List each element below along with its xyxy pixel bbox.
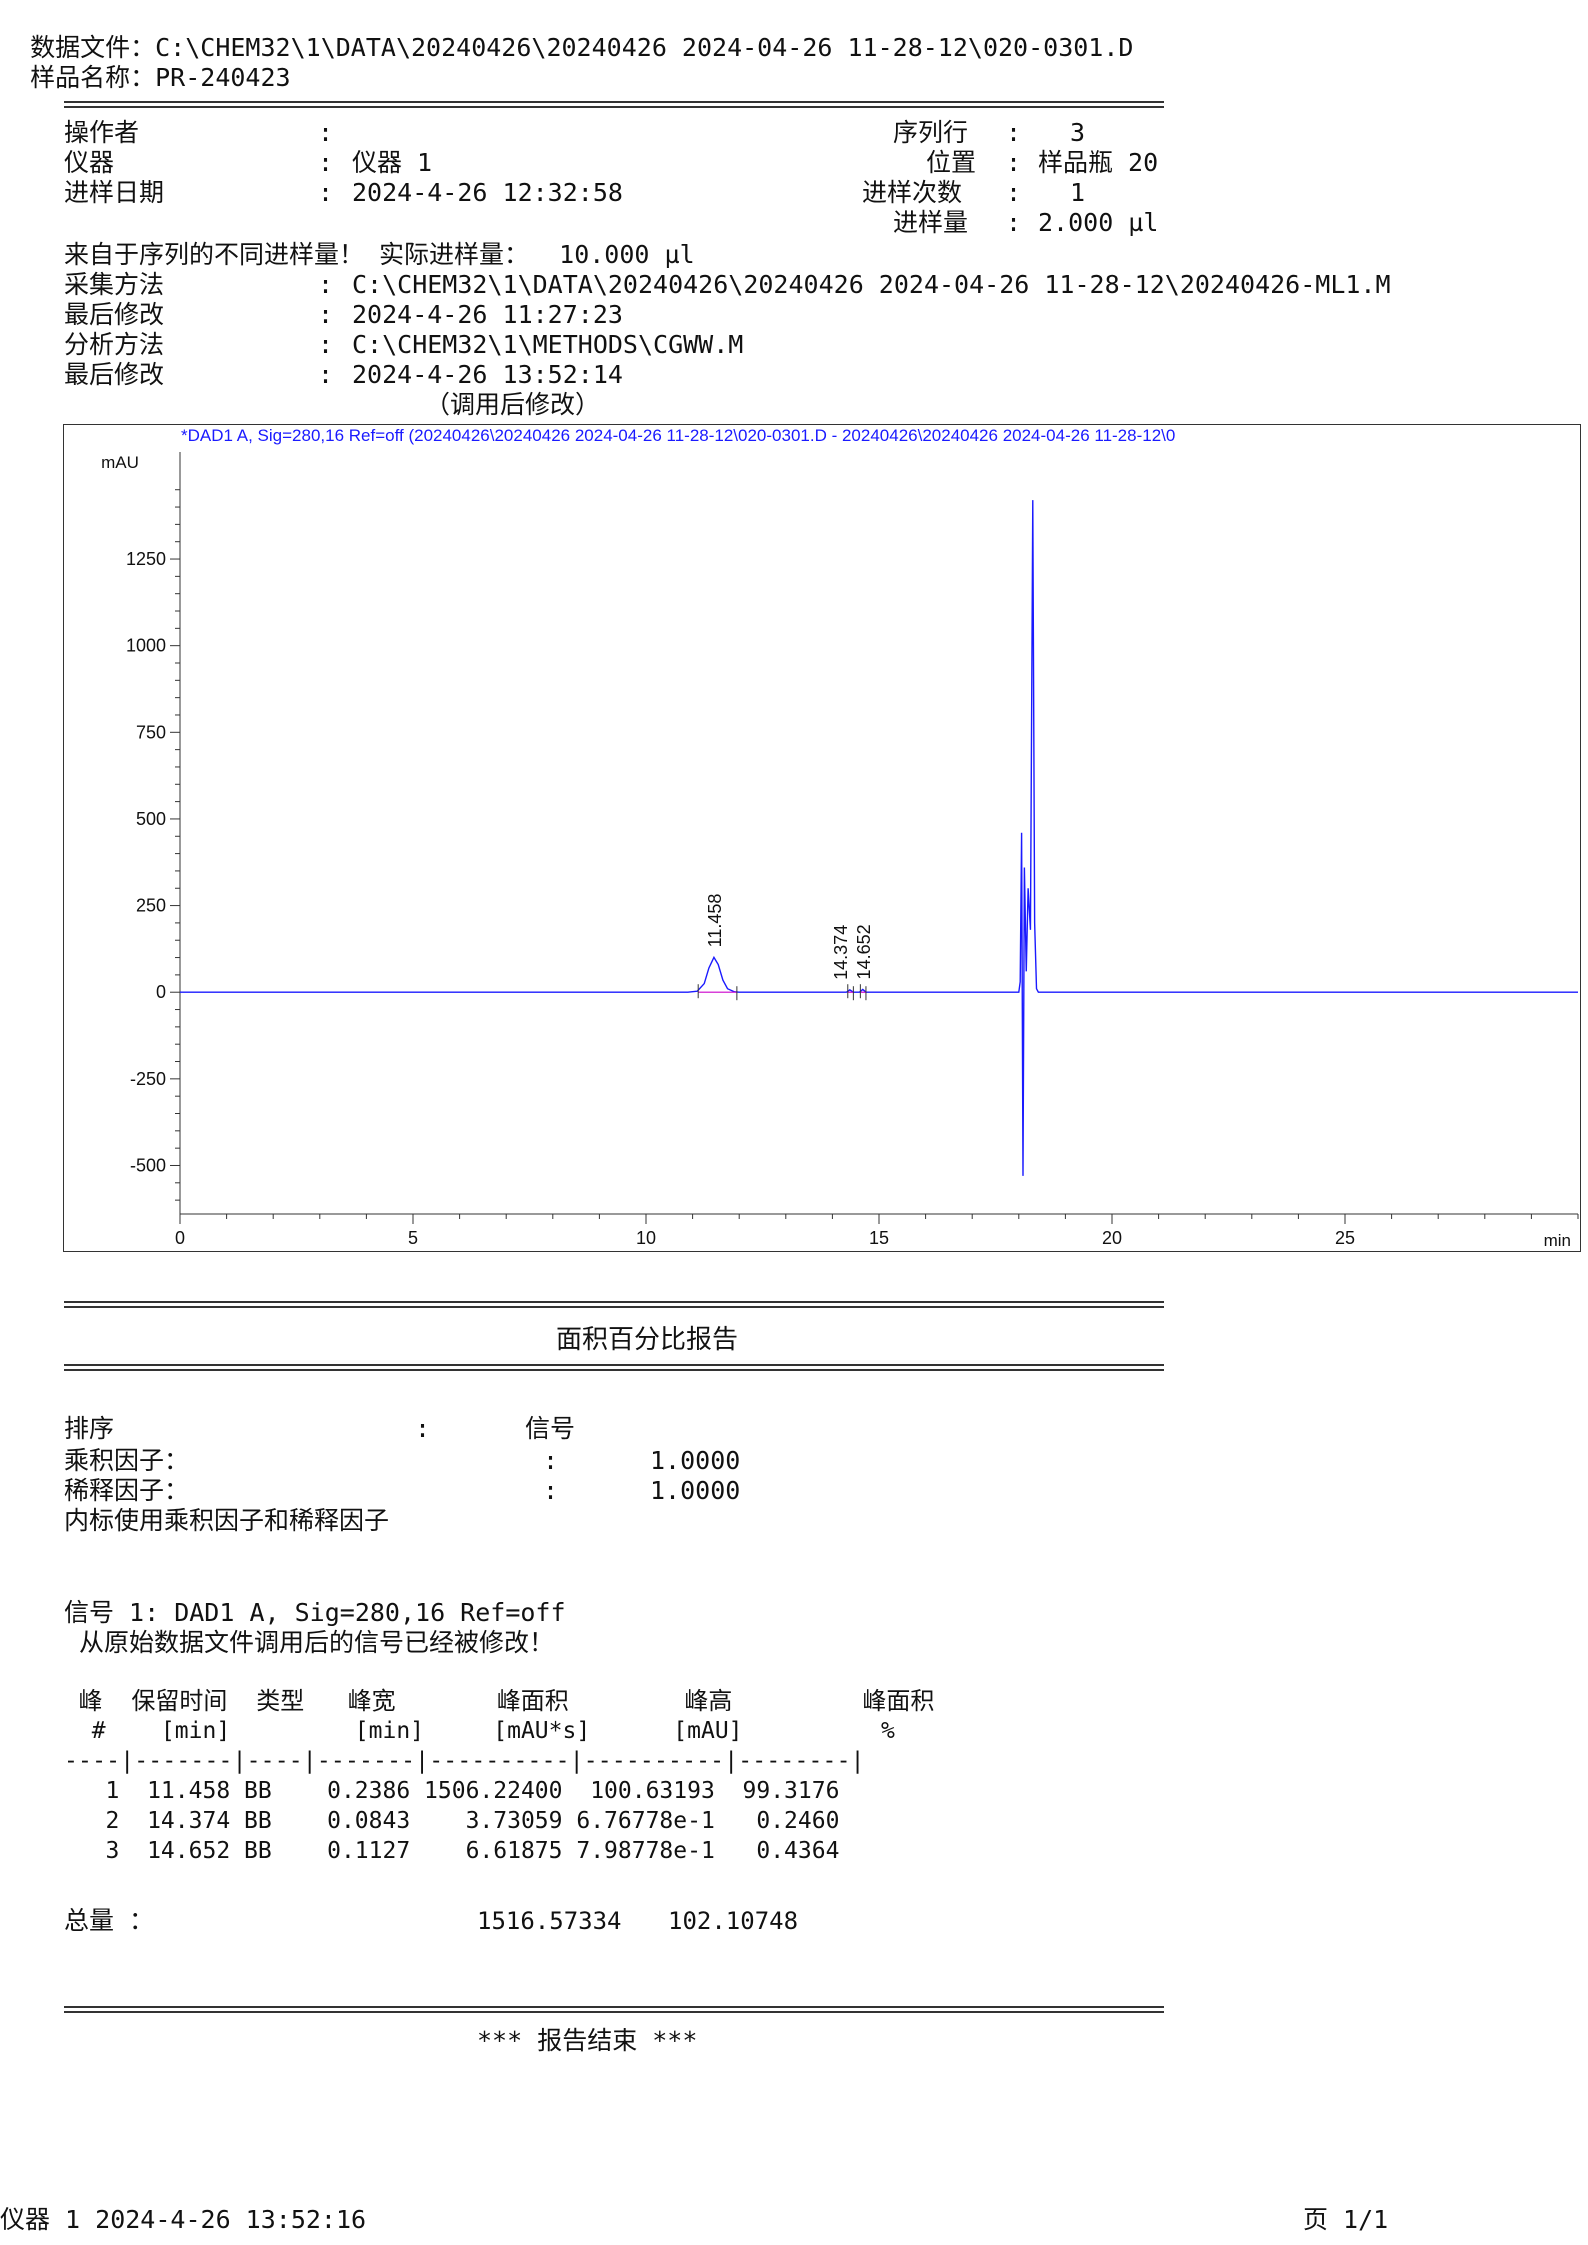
location-value: 样品瓶 20 (1038, 148, 1159, 177)
signal-line: 信号 1: DAD1 A, Sig=280,16 Ref=off (64, 1598, 566, 1627)
analysis-method-value: C:\CHEM32\1\METHODS\CGWW.M (352, 330, 744, 359)
instrument-value: 仪器 1 (352, 148, 433, 177)
x-axis-label: min (1544, 1231, 1571, 1250)
y-tick-label: 750 (136, 722, 166, 742)
chromatogram-chart: *DAD1 A, Sig=280,16 Ref=off (20240426\20… (63, 424, 1581, 1252)
chart-title: *DAD1 A, Sig=280,16 Ref=off (20240426\20… (181, 426, 1175, 445)
x-tick-label: 10 (636, 1228, 656, 1248)
dilution-colon: : (543, 1476, 559, 1505)
inj-volume-colon: : (1006, 208, 1022, 237)
footer-left: 仪器 1 2024-4-26 13:52:16 (0, 2205, 367, 2234)
report-end: *** 报告结束 *** (477, 2026, 698, 2055)
report-title: 面积百分比报告 (556, 1325, 739, 1355)
seq-line-value: 3 (1070, 118, 1086, 147)
separator-report-top (64, 1301, 1164, 1308)
total-label: 总量 ： (64, 1906, 155, 1935)
peak-label: 14.652 (854, 924, 874, 979)
y-tick-label: 0 (156, 982, 166, 1002)
dilution-label: 稀释因子： (64, 1476, 190, 1505)
instrument-label: 仪器 (64, 148, 115, 177)
analysis-modified-value: 2024-4-26 13:52:14 (352, 360, 623, 389)
multiplier-value: 1.0000 (650, 1446, 741, 1475)
location-colon: : (1006, 148, 1022, 177)
acq-modified-label: 最后修改 (64, 300, 165, 329)
acq-modified-value: 2024-4-26 11:27:23 (352, 300, 623, 329)
analysis-modified-colon: : (318, 360, 334, 389)
operator-colon: : (318, 118, 334, 147)
peak-table-rule: ----|-------|----|-------|----------|---… (64, 1748, 865, 1774)
sort-label: 排序 (64, 1414, 115, 1443)
total-area: 1516.57334 (477, 1907, 622, 1935)
sort-value: 信号 (525, 1414, 576, 1443)
y-tick-label: 1000 (126, 636, 166, 656)
total-height: 102.10748 (668, 1907, 799, 1935)
chart-frame (63, 424, 1581, 1252)
sort-sep: : (415, 1414, 431, 1443)
acq-modified-colon: : (318, 300, 334, 329)
x-tick-label: 0 (175, 1228, 185, 1248)
instrument-colon: : (318, 148, 334, 177)
signal-note: 从原始数据文件调用后的信号已经被修改！ (64, 1628, 555, 1657)
y-tick-label: -250 (130, 1069, 166, 1089)
inj-date-value: 2024-4-26 12:32:58 (352, 178, 623, 207)
separator-end (64, 2006, 1164, 2013)
volume-note: 来自于序列的不同进样量！ 实际进样量： 10.000 µl (64, 240, 695, 269)
analysis-modified-label: 最后修改 (64, 360, 165, 389)
inj-volume-label: 进样量 (893, 208, 969, 237)
table-row: 2 14.374 BB 0.0843 3.73059 6.76778e-1 0.… (64, 1808, 840, 1834)
inj-date-label: 进样日期 (64, 178, 165, 207)
peak-label: 14.374 (831, 925, 851, 980)
x-tick-label: 20 (1102, 1228, 1122, 1248)
analysis-method-label: 分析方法 (64, 330, 165, 359)
y-axis-label: mAU (101, 453, 139, 472)
x-tick-label: 25 (1335, 1228, 1355, 1248)
modified-note: （调用后修改） (425, 390, 601, 419)
y-tick-label: -500 (130, 1155, 166, 1175)
inj-volume-value: 2.000 µl (1038, 208, 1159, 237)
x-tick-label: 15 (869, 1228, 889, 1248)
istd-note: 内标使用乘积因子和稀释因子 (64, 1506, 390, 1535)
inj-date-colon: : (318, 178, 334, 207)
footer-right: 页 1/1 (1303, 2205, 1389, 2234)
seq-line-label: 序列行 (893, 118, 969, 147)
separator-report-title (64, 1364, 1164, 1371)
y-tick-label: 500 (136, 809, 166, 829)
x-tick-label: 5 (408, 1228, 418, 1248)
inj-count-colon: : (1006, 178, 1022, 207)
multiplier-label: 乘积因子： (64, 1446, 190, 1475)
separator-top (64, 101, 1164, 108)
inj-count-value: 1 (1070, 178, 1086, 207)
seq-line-colon: : (1006, 118, 1022, 147)
location-label: 位置 (926, 148, 977, 177)
acq-method-colon: : (318, 270, 334, 299)
sample-name-label: 样品名称： (30, 63, 156, 92)
peak-table-header-2: # [min] [min] [mAU*s] [mAU] % (64, 1718, 895, 1744)
y-tick-label: 250 (136, 896, 166, 916)
inj-count-label: 进样次数 (862, 178, 963, 207)
multiplier-colon: : (543, 1446, 559, 1475)
acq-method-value: C:\CHEM32\1\DATA\20240426\20240426 2024-… (352, 270, 1391, 299)
acq-method-label: 采集方法 (64, 270, 165, 299)
analysis-method-colon: : (318, 330, 334, 359)
table-row: 3 14.652 BB 0.1127 6.61875 7.98778e-1 0.… (64, 1838, 840, 1864)
y-tick-label: 1250 (126, 549, 166, 569)
sample-name-value: PR-240423 (155, 63, 291, 92)
peak-label: 11.458 (705, 894, 725, 948)
table-row: 1 11.458 BB 0.2386 1506.22400 100.63193 … (64, 1778, 840, 1804)
peak-table-header-1: 峰 保留时间 类型 峰宽 峰面积 峰高 峰面积 (64, 1687, 935, 1715)
data-file-value: C:\CHEM32\1\DATA\20240426\20240426 2024-… (155, 33, 1134, 62)
dilution-value: 1.0000 (650, 1476, 741, 1505)
operator-label: 操作者 (64, 118, 140, 147)
sample-name-line: 样品名称：PR-240423 (0, 33, 291, 93)
